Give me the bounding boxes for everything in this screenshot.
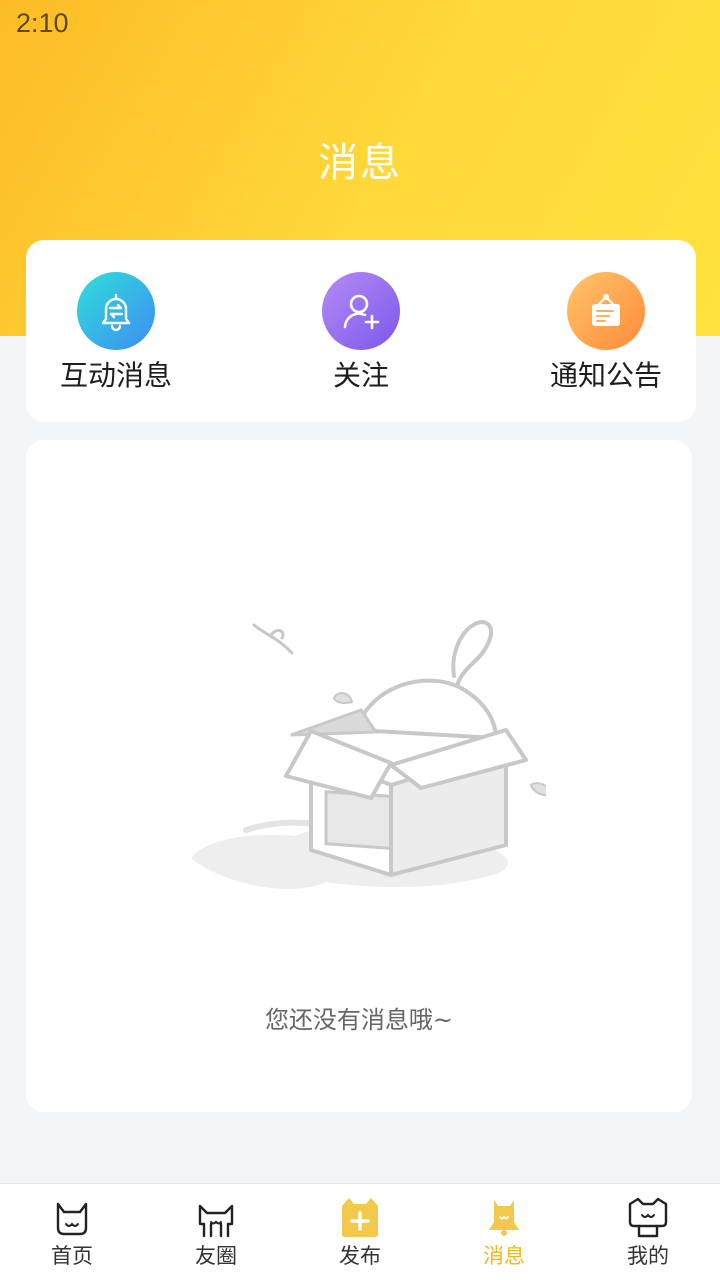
- quick-action-notices[interactable]: 通知公告: [521, 272, 691, 394]
- quick-action-label: 互动消息: [59, 359, 172, 392]
- empty-state-text: 您还没有消息哦~: [264, 1006, 454, 1034]
- quick-action-interact-messages[interactable]: 互动消息: [31, 272, 201, 394]
- empty-box-illustration: [191, 619, 546, 889]
- add-user-icon: [322, 272, 400, 350]
- quick-action-label: 关注: [332, 359, 389, 392]
- quick-actions-card: 互动消息 关注 通知公告: [26, 240, 696, 422]
- status-bar-time: 2:10: [16, 8, 69, 38]
- quick-action-follow[interactable]: 关注: [276, 272, 446, 394]
- notice-board-icon: [567, 272, 645, 350]
- tab-publish[interactable]: 发布: [288, 1184, 432, 1280]
- tab-label: 发布: [339, 1244, 381, 1268]
- tab-friends-circle[interactable]: 友圈: [144, 1184, 288, 1280]
- bell-exchange-icon: [77, 272, 155, 350]
- bottom-tab-bar: 首页 友圈 发布 消息 我的: [0, 1183, 720, 1280]
- tab-label: 友圈: [195, 1244, 237, 1268]
- cat-home-icon: [56, 1202, 88, 1236]
- quick-action-label: 通知公告: [549, 359, 662, 392]
- tab-label: 首页: [51, 1244, 93, 1268]
- cat-publish-icon: [342, 1198, 378, 1237]
- cat-profile-icon: [628, 1197, 668, 1238]
- tab-home[interactable]: 首页: [0, 1184, 144, 1280]
- tab-profile[interactable]: 我的: [576, 1184, 720, 1280]
- tab-label: 我的: [627, 1244, 669, 1268]
- page-title: 消息: [318, 140, 402, 186]
- cat-bell-icon: [489, 1200, 519, 1236]
- tab-messages[interactable]: 消息: [432, 1184, 576, 1280]
- cat-circle-icon: [198, 1204, 234, 1238]
- empty-state-card: 您还没有消息哦~: [26, 440, 692, 1112]
- tab-label: 消息: [483, 1244, 525, 1268]
